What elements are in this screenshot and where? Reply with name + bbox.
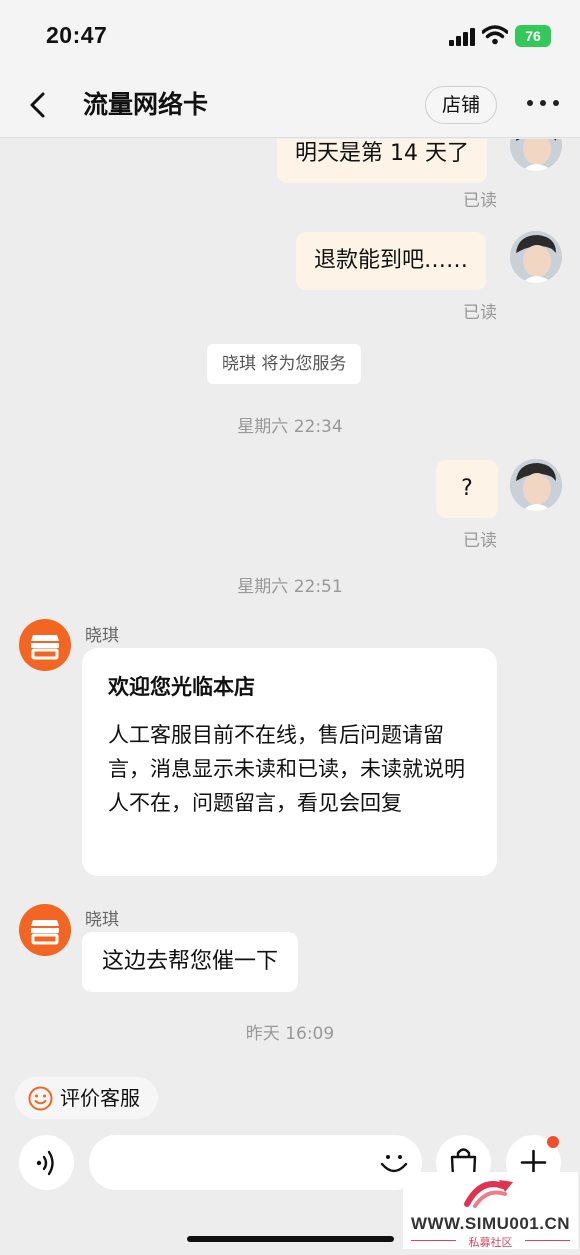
store-icon <box>31 920 59 945</box>
watermark-subtitle: 私募社区 <box>468 1236 513 1249</box>
welcome-body: 人工客服目前不在线，售后问题请留言，消息显示未读和已读，未读就说明人不在，问题留… <box>108 723 465 815</box>
rate-service-button[interactable]: 评价客服 <box>15 1077 158 1119</box>
more-icon[interactable] <box>527 100 561 110</box>
notification-dot <box>547 1136 559 1148</box>
incoming-message[interactable]: 这边去帮您催一下 <box>82 932 299 992</box>
wifi-icon <box>482 25 508 45</box>
outgoing-message[interactable]: 明天是第 14 天了 <box>277 139 487 183</box>
watermark-url: WWW.SIMU001.CN <box>410 1214 571 1233</box>
shop-avatar[interactable] <box>19 904 71 956</box>
read-status: 已读 <box>463 191 497 211</box>
user-avatar[interactable] <box>510 139 562 171</box>
timestamp: 星期六 22:34 <box>237 417 343 437</box>
store-icon <box>31 635 59 660</box>
voice-icon <box>36 1150 54 1176</box>
watermark-divider <box>525 1240 570 1241</box>
signal-icon <box>449 28 477 46</box>
read-status: 已读 <box>463 531 497 551</box>
user-avatar[interactable] <box>510 231 562 283</box>
outgoing-message[interactable]: 退款能到吧…… <box>296 232 487 290</box>
outgoing-message[interactable]: ? <box>436 460 498 518</box>
timestamp: 星期六 22:51 <box>237 577 343 597</box>
watermark-logo <box>464 1180 513 1208</box>
back-icon[interactable] <box>24 90 54 120</box>
message-input-box[interactable] <box>89 1135 422 1190</box>
welcome-message-card[interactable]: 欢迎您光临本店 人工客服目前不在线，售后问题请留言，消息显示未读和已读，未读就说… <box>82 648 497 876</box>
sender-name: 晓琪 <box>85 626 119 646</box>
rate-service-label: 评价客服 <box>60 1086 140 1110</box>
user-avatar[interactable] <box>510 459 562 511</box>
sender-name: 晓琪 <box>85 910 119 930</box>
battery-level: 76 <box>525 28 541 44</box>
shop-button[interactable]: 店铺 <box>425 86 497 124</box>
message-input[interactable] <box>111 1143 371 1181</box>
smile-icon <box>28 1086 53 1111</box>
status-time: 20:47 <box>46 22 108 48</box>
shop-avatar[interactable] <box>19 619 71 671</box>
user-avatar-image <box>510 231 562 283</box>
chat-title: 流量网络卡 <box>83 90 209 119</box>
timestamp: 昨天 16:09 <box>245 1024 335 1044</box>
welcome-title: 欢迎您光临本店 <box>108 675 255 699</box>
watermark: WWW.SIMU001.CN 私募社区 <box>403 1172 578 1249</box>
chat-area[interactable]: 明天是第 14 天了 已读 退款能到吧…… 已读 晓琪 将为您服务 星期六 22… <box>0 139 580 1079</box>
read-status: 已读 <box>463 303 497 323</box>
user-avatar-image <box>510 459 562 511</box>
system-notice: 晓琪 将为您服务 <box>207 344 362 384</box>
chat-header: 流量网络卡 店铺 <box>0 74 580 138</box>
user-avatar-image <box>510 139 562 171</box>
voice-button[interactable] <box>19 1135 74 1190</box>
battery-icon: 76 <box>515 25 551 47</box>
home-indicator[interactable] <box>187 1236 394 1242</box>
status-bar: 20:47 76 <box>0 0 580 74</box>
